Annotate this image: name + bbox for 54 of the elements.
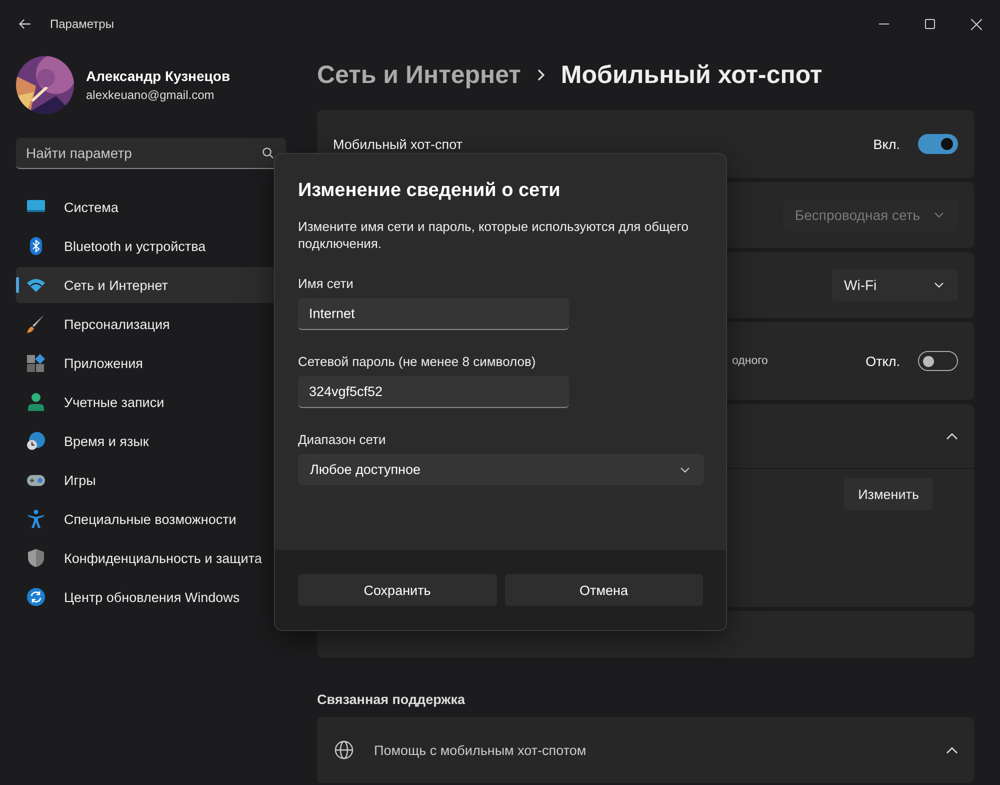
user-email: alexkeuano@gmail.com xyxy=(86,88,216,102)
brush-icon xyxy=(26,314,46,334)
setting-label: одного xyxy=(732,355,768,367)
dialog-title: Изменение сведений о сети xyxy=(298,180,560,202)
setting-label: Мобильный хот-спот xyxy=(333,136,464,152)
sidebar-item[interactable]: Bluetooth и устройства xyxy=(16,228,286,264)
search-icon xyxy=(262,147,274,159)
accessibility-icon xyxy=(26,509,46,529)
maximize-icon[interactable] xyxy=(925,19,935,29)
page-title: Мобильный хот-спот xyxy=(560,60,822,90)
close-icon[interactable] xyxy=(971,18,982,30)
chevron-right-icon xyxy=(536,69,545,81)
globe-icon xyxy=(334,740,354,760)
user-name: Александр Кузнецов xyxy=(86,68,230,84)
input-field[interactable]: Internet xyxy=(298,298,569,330)
apps-icon xyxy=(26,353,46,373)
cancel-button[interactable]: Отмена xyxy=(504,574,703,606)
window-title: Параметры xyxy=(50,17,114,31)
chevron-up-icon[interactable] xyxy=(946,432,958,440)
chevron-down-icon xyxy=(680,466,690,472)
help-card[interactable]: Помощь с мобильным хот-спотом xyxy=(317,717,974,783)
dropdown[interactable]: Wi-Fi xyxy=(832,269,958,301)
sidebar-item[interactable]: Время и язык xyxy=(16,423,286,459)
back-icon[interactable] xyxy=(18,17,32,31)
sidebar-item[interactable]: Персонализация xyxy=(16,306,286,342)
sidebar-item[interactable]: Система xyxy=(16,189,286,225)
dialog-description: Измените имя сети и пароль, которые используются для общего подключения. xyxy=(298,218,690,252)
edit-button[interactable]: Изменить xyxy=(844,478,933,510)
toggle-switch[interactable] xyxy=(918,351,958,371)
field-label: Имя сети xyxy=(298,276,354,291)
field-label: Диапазон сети xyxy=(298,432,386,447)
input-field[interactable]: 324vgf5cf52 xyxy=(298,376,569,408)
section-heading: Связанная поддержка xyxy=(317,692,466,707)
chevron-up-icon[interactable] xyxy=(946,746,958,754)
dropdown[interactable]: Любое доступное xyxy=(298,454,704,485)
shield-icon xyxy=(26,548,46,568)
person-icon xyxy=(26,392,46,412)
globe-clock-icon xyxy=(26,431,46,451)
sidebar-item[interactable]: Специальные возможности xyxy=(16,501,286,537)
field-label: Сетевой пароль (не менее 8 символов) xyxy=(298,354,536,369)
save-button[interactable]: Сохранить xyxy=(298,574,496,606)
chevron-down-icon xyxy=(934,212,944,218)
breadcrumb-link[interactable]: Сеть и Интернет xyxy=(317,60,521,90)
toggle-state-text: Откл. xyxy=(866,354,900,368)
toggle-switch[interactable] xyxy=(918,134,958,154)
sidebar-item[interactable]: Конфиденциальность и защита xyxy=(16,540,286,576)
sidebar-item[interactable]: Приложения xyxy=(16,345,286,381)
toggle-state-text: Вкл. xyxy=(873,136,900,152)
refresh-icon xyxy=(26,587,46,607)
sidebar-item[interactable]: Игры xyxy=(16,462,286,498)
sidebar-item[interactable]: Учетные записи xyxy=(16,384,286,420)
search-field[interactable]: Найти параметр xyxy=(16,138,286,169)
chevron-down-icon xyxy=(934,282,944,288)
sidebar-item[interactable]: Центр обновления Windows xyxy=(16,579,286,615)
